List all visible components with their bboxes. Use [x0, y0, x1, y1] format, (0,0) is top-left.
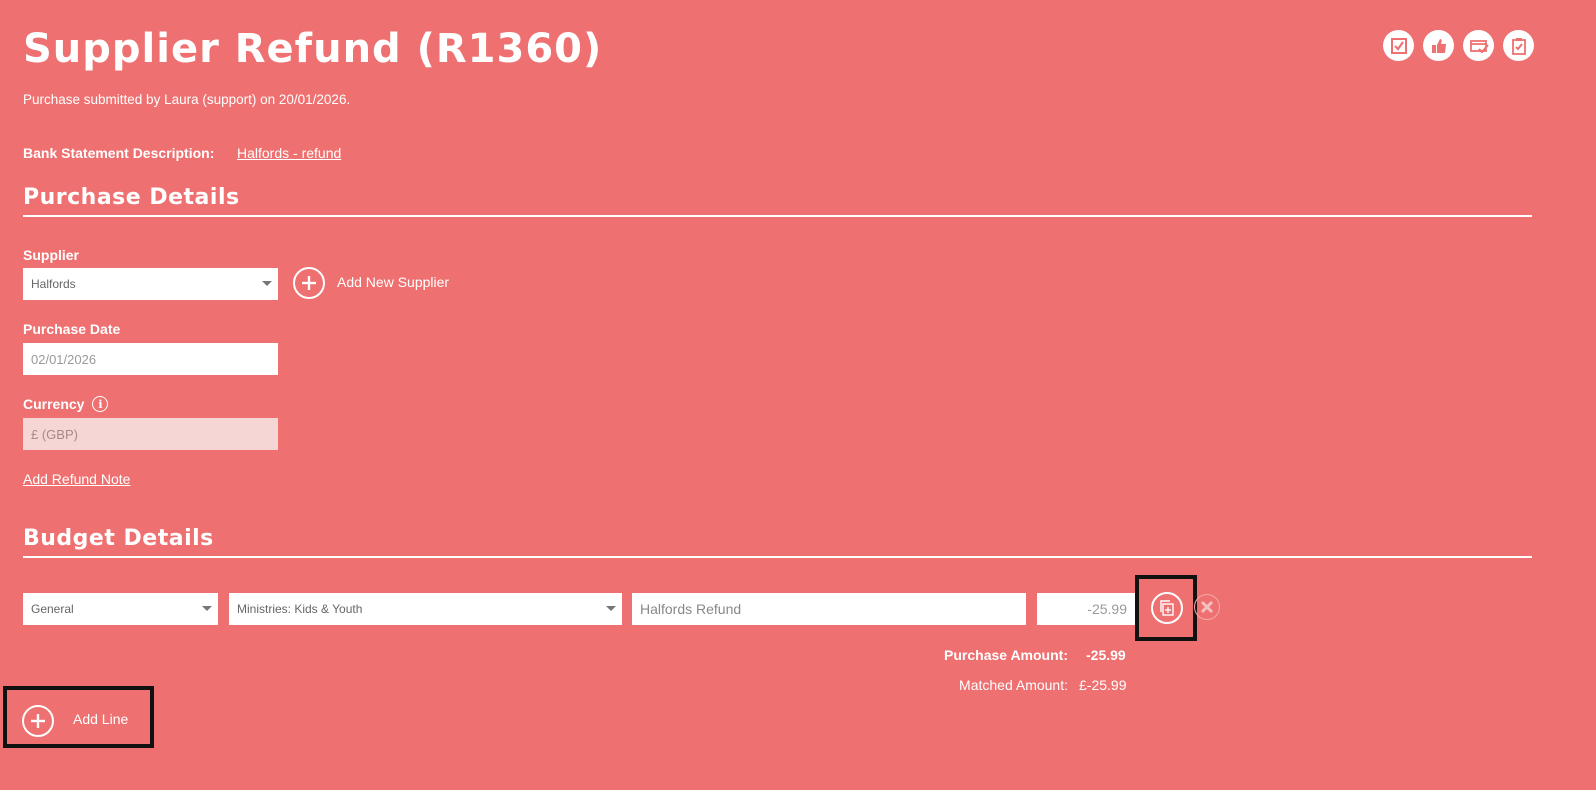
add-new-supplier-button[interactable]: Add New Supplier	[337, 274, 449, 290]
matched-amount-label: Matched Amount:	[959, 677, 1068, 693]
purchase-details-heading: Purchase Details	[23, 185, 240, 210]
top-action-icons	[1383, 30, 1534, 61]
purchase-date-value: 02/01/2026	[31, 351, 97, 367]
currency-input: £ (GBP)	[23, 418, 278, 450]
line-amount-value: -25.99	[1087, 601, 1127, 617]
bank-statement-link[interactable]: Halfords - refund	[237, 145, 341, 161]
supplier-select[interactable]: Halfords	[23, 268, 278, 300]
checkbox-icon[interactable]	[1383, 30, 1414, 61]
page-title: Supplier Refund (R1360)	[23, 26, 603, 72]
purchase-details-divider	[23, 215, 1532, 217]
add-refund-note-link[interactable]: Add Refund Note	[23, 471, 130, 487]
purchase-amount-label: Purchase Amount:	[944, 647, 1068, 663]
purchase-amount-value: -25.99	[1086, 647, 1126, 663]
line-description-input[interactable]: Halfords Refund	[632, 593, 1026, 625]
supplier-select-value: Halfords	[31, 277, 76, 291]
line-amount-input[interactable]: -25.99	[1037, 593, 1135, 625]
budget-details-divider	[23, 556, 1532, 558]
purchase-date-input[interactable]: 02/01/2026	[23, 343, 278, 375]
currency-value: £ (GBP)	[31, 426, 78, 442]
budget-details-heading: Budget Details	[23, 526, 214, 551]
split-line-icon[interactable]	[1151, 592, 1183, 624]
category-select-value: Ministries: Kids & Youth	[237, 602, 363, 616]
bank-statement-label: Bank Statement Description:	[23, 145, 215, 161]
remove-line-icon[interactable]	[1194, 594, 1220, 620]
thumbs-up-icon[interactable]	[1423, 30, 1454, 61]
category-select[interactable]: Ministries: Kids & Youth	[229, 593, 622, 625]
clipboard-check-icon[interactable]	[1503, 30, 1534, 61]
currency-label: Currency	[23, 396, 85, 412]
page-subtitle: Purchase submitted by Laura (support) on…	[23, 92, 351, 107]
add-supplier-icon[interactable]	[293, 267, 325, 299]
fund-select-value: General	[31, 602, 74, 616]
supplier-label: Supplier	[23, 247, 80, 263]
add-line-icon[interactable]	[22, 705, 54, 737]
matched-amount-value: £-25.99	[1079, 677, 1127, 693]
card-check-icon[interactable]	[1463, 30, 1494, 61]
fund-select[interactable]: General	[23, 593, 218, 625]
currency-label-group: Currency i	[23, 396, 109, 412]
line-description-value: Halfords Refund	[640, 601, 742, 617]
add-line-button[interactable]: Add Line	[73, 711, 128, 727]
purchase-date-label: Purchase Date	[23, 321, 121, 337]
info-icon[interactable]: i	[92, 396, 109, 412]
